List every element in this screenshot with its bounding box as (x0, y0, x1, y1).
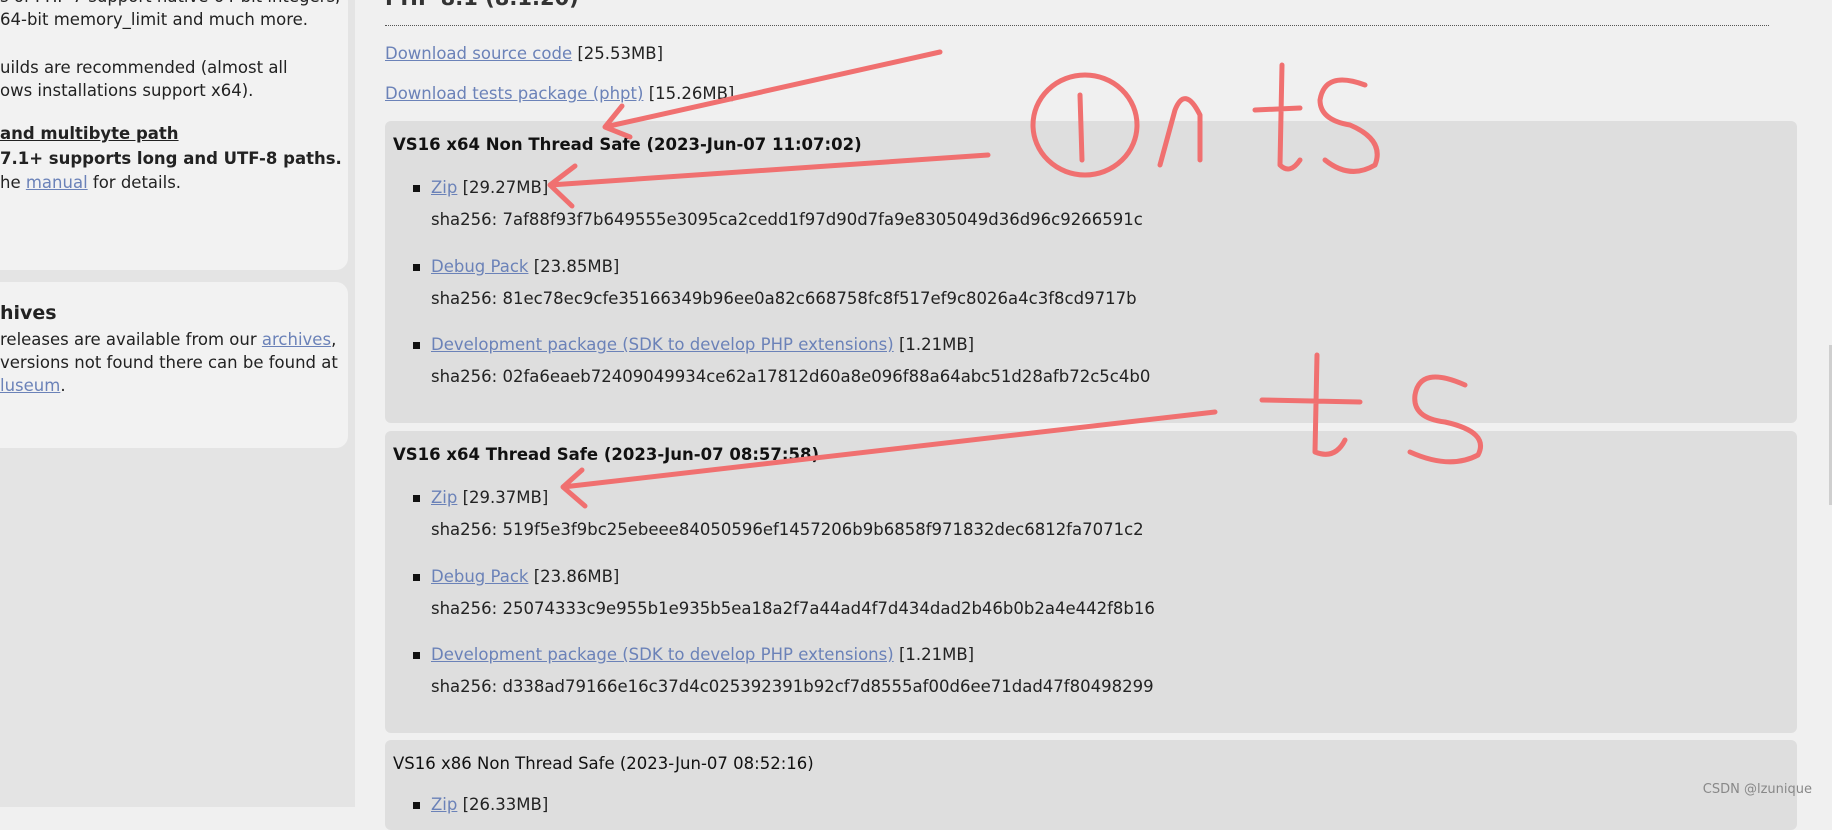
download-source-row: Download source code [25.53MB] (385, 44, 663, 63)
debug-pack-link[interactable]: Debug Pack (431, 257, 528, 276)
download-tests-row: Download tests package (phpt) [15.26MB] (385, 84, 734, 103)
main-content: PHP 8.1 (8.1.20) Download source code [2… (355, 0, 1832, 830)
sha256-hash: sha256: 7af88f93f7b649555e3095ca2cedd1f9… (431, 210, 1143, 229)
museum-link[interactable]: luseum (0, 376, 60, 395)
download-item-row: Zip [29.27MB] (431, 178, 548, 197)
section-title: VS16 x64 Non Thread Safe (2023-Jun-07 11… (393, 135, 862, 154)
debug-pack-link[interactable]: Debug Pack (431, 567, 528, 586)
sidebar-text-line: 64-bit memory_limit and much more. (0, 10, 309, 29)
archives-prefix: releases are available from our (0, 330, 262, 349)
file-size: [1.21MB] (898, 645, 975, 664)
file-size: [29.37MB] (462, 488, 549, 507)
sidebar-text-line: uilds are recommended (almost all (0, 58, 288, 77)
download-source-size: [25.53MB] (577, 44, 664, 63)
zip-link[interactable]: Zip (431, 795, 457, 814)
download-item-row: Development package (SDK to develop PHP … (431, 645, 974, 664)
archives-heading: hives (0, 302, 57, 324)
section-title: VS16 x64 Thread Safe (2023-Jun-07 08:57:… (393, 445, 819, 464)
build-section-x64-ts: VS16 x64 Thread Safe (2023-Jun-07 08:57:… (385, 431, 1797, 733)
archives-box: hives releases are available from our ar… (0, 282, 348, 448)
manual-line: he manual for details. (0, 171, 181, 194)
file-size: [29.27MB] (462, 178, 549, 197)
sidebar-text-line: s of PHP 7 support native 64-bit integer… (0, 0, 340, 8)
bullet (413, 342, 420, 349)
manual-link[interactable]: manual (26, 173, 88, 192)
download-tests-link[interactable]: Download tests package (phpt) (385, 84, 643, 103)
bullet (413, 802, 420, 809)
download-source-link[interactable]: Download source code (385, 44, 572, 63)
bullet (413, 185, 420, 192)
museum-suffix: . (60, 376, 66, 395)
file-size: [26.33MB] (462, 795, 549, 814)
multibyte-text: 7.1+ supports long and UTF-8 paths. (0, 149, 342, 168)
bullet (413, 652, 420, 659)
zip-link[interactable]: Zip (431, 488, 457, 507)
archives-line-2: versions not found there can be found at (0, 353, 338, 372)
build-section-x86-nts: VS16 x86 Non Thread Safe (2023-Jun-07 08… (385, 740, 1797, 830)
sidebar-info-box: s of PHP 7 support native 64-bit integer… (0, 0, 348, 270)
release-title: PHP 8.1 (8.1.20) (385, 0, 579, 10)
file-size: [1.21MB] (898, 335, 975, 354)
bullet (413, 574, 420, 581)
sha256-hash: sha256: 519f5e3f9bc25ebeee84050596ef1457… (431, 520, 1144, 539)
download-item-row: Debug Pack [23.85MB] (431, 257, 619, 276)
manual-suffix: for details. (87, 173, 182, 192)
download-item-row: Debug Pack [23.86MB] (431, 567, 619, 586)
sidebar-text-line: ows installations support x64). (0, 81, 254, 100)
bullet (413, 495, 420, 502)
divider (385, 25, 1769, 26)
zip-link[interactable]: Zip (431, 178, 457, 197)
file-size: [23.85MB] (533, 257, 620, 276)
download-item-row: Zip [26.33MB] (431, 795, 548, 814)
download-tests-size: [15.26MB] (648, 84, 735, 103)
sidebar: s of PHP 7 support native 64-bit integer… (0, 0, 355, 807)
dev-package-link[interactable]: Development package (SDK to develop PHP … (431, 335, 894, 354)
sha256-hash: sha256: 02fa6eaeb72409049934ce62a17812d6… (431, 367, 1151, 386)
manual-prefix: he (0, 173, 26, 192)
download-item-row: Zip [29.37MB] (431, 488, 548, 507)
sha256-hash: sha256: 81ec78ec9cfe35166349b96ee0a82c66… (431, 289, 1137, 308)
multibyte-heading: and multibyte path (0, 124, 179, 143)
download-item-row: Development package (SDK to develop PHP … (431, 335, 974, 354)
museum-line: luseum. (0, 374, 66, 397)
section-title: VS16 x86 Non Thread Safe (2023-Jun-07 08… (393, 754, 814, 773)
file-size: [23.86MB] (533, 567, 620, 586)
watermark: CSDN @lzunique (1702, 782, 1812, 797)
build-section-x64-nts: VS16 x64 Non Thread Safe (2023-Jun-07 11… (385, 121, 1797, 423)
bullet (413, 264, 420, 271)
sha256-hash: sha256: d338ad79166e16c37d4c025392391b92… (431, 677, 1154, 696)
sha256-hash: sha256: 25074333c9e955b1e935b5ea18a2f7a4… (431, 599, 1155, 618)
dev-package-link[interactable]: Development package (SDK to develop PHP … (431, 645, 894, 664)
archives-link[interactable]: archives (262, 330, 331, 349)
archives-suffix: , (331, 330, 337, 349)
archives-line: releases are available from our archives… (0, 328, 336, 351)
